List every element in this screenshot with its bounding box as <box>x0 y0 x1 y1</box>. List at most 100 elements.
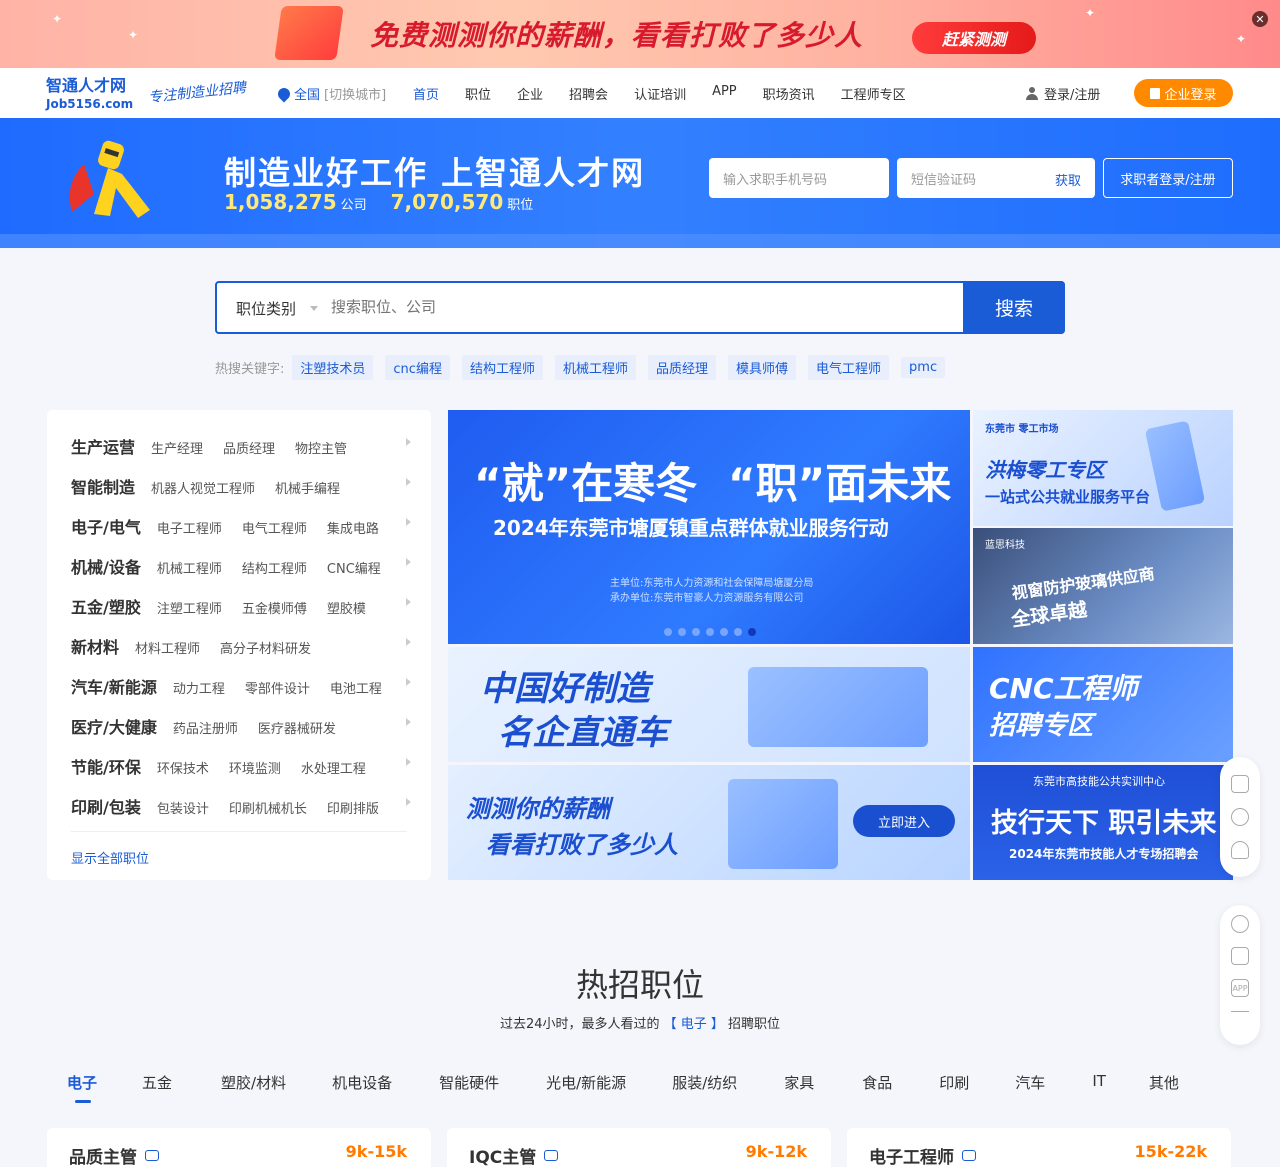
banner-salary-test[interactable]: 测测你的薪酬 看看打败了多少人 立即进入 <box>448 765 970 880</box>
banner-hongmei-gig[interactable]: 东莞市 零工市场 洪梅零工专区 一站式公共就业服务平台 <box>973 410 1233 526</box>
category-row[interactable]: 生产运营 生产经理 品质经理 物控主管 <box>71 434 411 457</box>
tab-plastics[interactable]: 塑胶/材料 <box>221 1072 286 1093</box>
chat-icon[interactable] <box>544 1150 559 1161</box>
tab-equipment[interactable]: 机电设备 <box>332 1072 392 1093</box>
close-icon[interactable]: ✕ <box>1252 11 1268 27</box>
banner-good-manufacturing[interactable]: 中国好制造 名企直通车 <box>448 647 970 762</box>
show-all-jobs-link[interactable]: 显示全部职位 <box>71 848 149 867</box>
category-row[interactable]: 汽车/新能源 动力工程 零部件设计 电池工程 <box>71 674 411 697</box>
category-row[interactable]: 电子/电气 电子工程师 电气工程师 集成电路 <box>71 514 411 537</box>
category-name[interactable]: 智能制造 <box>71 474 135 498</box>
hot-keyword[interactable]: 品质经理 <box>647 355 716 380</box>
category-sub[interactable]: 注塑工程师 <box>157 598 222 617</box>
carousel-dot[interactable] <box>734 628 742 636</box>
get-code-button[interactable]: 获取 <box>1055 170 1081 189</box>
category-sub[interactable]: 高分子材料研发 <box>220 638 311 657</box>
tab-other[interactable]: 其他 <box>1149 1072 1179 1093</box>
category-row[interactable]: 节能/环保 环保技术 环境监测 水处理工程 <box>71 754 411 777</box>
category-sub[interactable]: 电子工程师 <box>157 518 222 537</box>
search-input[interactable] <box>331 298 931 316</box>
nav-companies[interactable]: 企业 <box>517 84 543 103</box>
tab-printing[interactable]: 印刷 <box>939 1072 969 1093</box>
hot-keyword[interactable]: cnc编程 <box>385 355 450 380</box>
logo-en[interactable]: Job5156.com <box>46 97 133 111</box>
category-sub[interactable]: 品质经理 <box>223 438 275 457</box>
corp-login-button[interactable]: 企业登录 <box>1134 79 1233 107</box>
seeker-login-button[interactable]: 求职者登录/注册 <box>1103 158 1233 198</box>
nav-training[interactable]: 认证培训 <box>634 84 686 103</box>
resume-icon[interactable] <box>1231 775 1249 793</box>
category-sub[interactable]: 生产经理 <box>151 438 203 457</box>
category-sub[interactable]: 动力工程 <box>173 678 225 697</box>
carousel-dot[interactable] <box>720 628 728 636</box>
eye-icon[interactable] <box>1231 808 1249 826</box>
category-sub[interactable]: 集成电路 <box>327 518 379 537</box>
category-sub[interactable]: 医疗器械研发 <box>258 718 336 737</box>
category-name[interactable]: 机械/设备 <box>71 554 141 578</box>
category-sub[interactable]: CNC编程 <box>327 558 381 577</box>
category-sub[interactable]: 机械手编程 <box>275 478 340 497</box>
nav-job-fairs[interactable]: 招聘会 <box>569 84 608 103</box>
category-name[interactable]: 汽车/新能源 <box>71 674 157 698</box>
category-sub[interactable]: 塑胶模 <box>327 598 366 617</box>
category-sub[interactable]: 印刷机械机长 <box>229 798 307 817</box>
carousel-dot[interactable] <box>706 628 714 636</box>
category-sub[interactable]: 零部件设计 <box>245 678 310 697</box>
sms-code-input[interactable]: 短信验证码 获取 <box>897 158 1095 198</box>
category-sub[interactable]: 水处理工程 <box>301 758 366 777</box>
carousel-dot[interactable] <box>692 628 700 636</box>
category-sub[interactable]: 机器人视觉工程师 <box>151 478 255 497</box>
carousel-dot[interactable] <box>678 628 686 636</box>
job-category-select[interactable]: 职位类别 <box>236 298 296 319</box>
tab-smart-hardware[interactable]: 智能硬件 <box>439 1072 499 1093</box>
job-card[interactable]: 电子工程师 15k-22k <box>847 1128 1231 1167</box>
tab-food[interactable]: 食品 <box>862 1072 892 1093</box>
main-carousel[interactable]: “就”在寒冬 “职”面未来 2024年东莞市塘厦镇重点群体就业服务行动 主单位:… <box>448 410 970 644</box>
banner-lens-tech[interactable]: 蓝思科技 视窗防护玻璃供应商 全球卓越 <box>973 528 1233 644</box>
category-name[interactable]: 五金/塑胶 <box>71 594 141 618</box>
category-name[interactable]: 印刷/包装 <box>71 794 141 818</box>
hot-keyword[interactable]: 电气工程师 <box>808 355 890 380</box>
nav-jobs[interactable]: 职位 <box>465 84 491 103</box>
chat-icon[interactable] <box>962 1150 976 1161</box>
tab-auto[interactable]: 汽车 <box>1015 1072 1045 1093</box>
tab-furniture[interactable]: 家具 <box>784 1072 814 1093</box>
hot-keyword[interactable]: 结构工程师 <box>461 355 543 380</box>
carousel-dot-active[interactable] <box>748 628 756 636</box>
category-sub[interactable]: 五金模师傅 <box>242 598 307 617</box>
hot-keyword[interactable]: pmc <box>901 357 946 378</box>
category-sub[interactable]: 结构工程师 <box>242 558 307 577</box>
phone-input[interactable]: 输入求职手机号码 <box>709 158 889 198</box>
category-sub[interactable]: 电池工程 <box>330 678 382 697</box>
test-now-button[interactable]: 赶紧测测 <box>912 22 1036 54</box>
banner-cnc-engineer[interactable]: CNC工程师 招聘专区 <box>973 647 1233 762</box>
nav-engineers[interactable]: 工程师专区 <box>841 84 906 103</box>
job-card[interactable]: IQC主管 9k-12k <box>447 1128 831 1167</box>
category-row[interactable]: 智能制造 机器人视觉工程师 机械手编程 <box>71 474 411 497</box>
enter-now-button[interactable]: 立即进入 <box>853 805 955 837</box>
category-sub[interactable]: 环保技术 <box>157 758 209 777</box>
category-sub[interactable]: 电气工程师 <box>242 518 307 537</box>
category-row[interactable]: 新材料 材料工程师 高分子材料研发 <box>71 634 411 657</box>
category-name[interactable]: 新材料 <box>71 634 119 658</box>
tab-new-energy[interactable]: 光电/新能源 <box>546 1072 626 1093</box>
category-sub[interactable]: 物控主管 <box>295 438 347 457</box>
switch-city-link[interactable]: [切换城市] <box>324 84 386 103</box>
category-row[interactable]: 医疗/大健康 药品注册师 医疗器械研发 <box>71 714 411 737</box>
logo-cn[interactable]: 智通人才网 <box>46 78 126 94</box>
top-promo-banner[interactable]: ✦ ✦ ✦ ✦ 免费测测你的薪酬，看看打败了多少人 赶紧测测 ✕ <box>0 0 1280 68</box>
bell-icon[interactable] <box>1231 841 1249 859</box>
category-name[interactable]: 生产运营 <box>71 434 135 458</box>
category-sub[interactable]: 环境监测 <box>229 758 281 777</box>
hot-keyword[interactable]: 模具师傅 <box>728 355 797 380</box>
category-sub[interactable]: 药品注册师 <box>173 718 238 737</box>
category-name[interactable]: 电子/电气 <box>71 514 141 538</box>
category-sub[interactable]: 包装设计 <box>157 798 209 817</box>
hot-keyword[interactable]: 机械工程师 <box>554 355 636 380</box>
tab-textile[interactable]: 服装/纺织 <box>672 1072 737 1093</box>
category-row[interactable]: 机械/设备 机械工程师 结构工程师 CNC编程 <box>71 554 411 577</box>
search-button[interactable]: 搜索 <box>963 281 1065 334</box>
job-card[interactable]: 品质主管 9k-15k <box>47 1128 431 1167</box>
nav-app[interactable]: APP <box>712 84 737 103</box>
chat-icon[interactable] <box>145 1150 159 1161</box>
